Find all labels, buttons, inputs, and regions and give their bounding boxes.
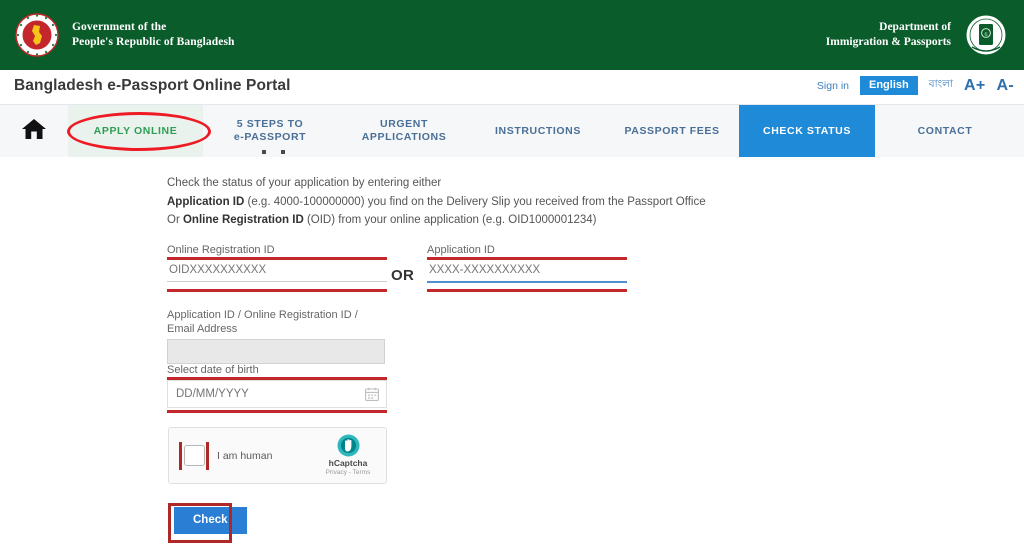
bangladesh-national-emblem-icon (14, 12, 60, 58)
date-of-birth-group: Select date of birth (167, 363, 387, 408)
date-of-birth-field[interactable] (167, 380, 387, 408)
instruction-line-2-bold: Application ID (167, 195, 245, 208)
annotation-line-oid-bottom (167, 289, 387, 292)
immigration-passports-seal-icon: 6 (964, 13, 1008, 57)
instruction-line-2: Application ID (e.g. 4000-100000000) you… (167, 193, 706, 212)
combined-identifier-label: Application ID / Online Registration ID … (167, 309, 358, 335)
application-id-input[interactable] (427, 260, 627, 283)
nav-item-apply-online-label: APPLY ONLINE (93, 124, 178, 137)
combined-identifier-input[interactable] (167, 339, 385, 364)
hcaptcha-widget[interactable]: I am human hCaptcha Privacy - Terms (168, 427, 387, 484)
nav-item-check-status[interactable]: CHECK STATUS (739, 105, 875, 157)
utility-bar: Sign in English বাংলা A+ A- (817, 76, 1014, 95)
instruction-line-3-bold: Online Registration ID (182, 214, 304, 226)
page-title: Bangladesh e-Passport Online Portal (14, 77, 291, 94)
main-navigation: APPLY ONLINE 5 STEPS TO e-PASSPORT URGEN… (0, 104, 1024, 157)
nav-item-urgent-label: URGENT APPLICATIONS (362, 118, 447, 144)
application-id-group: Application ID (427, 243, 627, 283)
calendar-icon[interactable] (365, 387, 379, 401)
government-title: Government of the People's Republic of B… (72, 20, 235, 50)
nav-item-contact[interactable]: CONTACT (875, 105, 1015, 157)
online-registration-id-input[interactable] (167, 260, 387, 282)
nav-item-contact-label: CONTACT (917, 124, 973, 137)
department-title-line1: Department of (879, 21, 951, 33)
government-header: Government of the People's Republic of B… (0, 0, 1024, 70)
combined-identifier-group: Application ID / Online Registration ID … (167, 308, 385, 364)
date-of-birth-input[interactable] (168, 388, 365, 400)
instruction-line-3: Or Online Registration ID (OID) from you… (167, 211, 706, 230)
language-toggle-bangla[interactable]: বাংলা (929, 77, 953, 94)
online-registration-id-group: Online Registration ID (167, 243, 387, 282)
annotation-mark-right (206, 441, 209, 470)
hcaptcha-hand-icon (337, 434, 360, 457)
hcaptcha-links[interactable]: Privacy - Terms (320, 468, 376, 477)
or-separator: OR (391, 267, 415, 284)
carousel-indicator[interactable] (262, 150, 285, 154)
government-title-line1: Government of the (72, 21, 167, 33)
font-increase-button[interactable]: A+ (964, 77, 986, 95)
nav-item-check-status-label: CHECK STATUS (763, 124, 851, 137)
annotation-line-dob-top (167, 377, 387, 380)
nav-item-urgent-line1: URGENT (380, 118, 428, 130)
department-title: Department of Immigration & Passports (826, 20, 951, 50)
instruction-line-1: Check the status of your application by … (167, 177, 442, 189)
nav-item-urgent-applications[interactable]: URGENT APPLICATIONS (337, 105, 471, 157)
font-decrease-button[interactable]: A- (997, 77, 1014, 95)
government-title-line2: People's Republic of Bangladesh (72, 36, 235, 48)
nav-item-5-steps-line2: e-PASSPORT (233, 131, 307, 143)
hcaptcha-label: I am human (217, 449, 273, 462)
nav-item-urgent-line2: APPLICATIONS (361, 131, 447, 143)
portal-titlebar: Bangladesh e-Passport Online Portal Sign… (0, 70, 1024, 104)
carousel-dot-1[interactable] (262, 150, 266, 154)
svg-text:6: 6 (985, 32, 988, 38)
online-registration-id-label: Online Registration ID (167, 244, 275, 256)
check-button[interactable]: Check (174, 507, 247, 534)
home-icon (21, 117, 47, 146)
nav-home-button[interactable] (0, 105, 68, 157)
annotation-mark-left (179, 441, 182, 470)
date-of-birth-label: Select date of birth (167, 364, 259, 376)
nav-item-instructions[interactable]: INSTRUCTIONS (471, 105, 605, 157)
hcaptcha-branding: hCaptcha Privacy - Terms (320, 434, 376, 477)
nav-item-passport-fees[interactable]: PASSPORT FEES (605, 105, 739, 157)
nav-item-5-steps-line1: 5 STEPS TO (236, 118, 304, 130)
application-id-label: Application ID (427, 244, 495, 256)
nav-item-5-steps-label: 5 STEPS TO e-PASSPORT (234, 118, 306, 144)
nav-item-instructions-label: INSTRUCTIONS (495, 124, 581, 137)
annotation-line-appid-bottom (427, 289, 627, 292)
language-toggle-english[interactable]: English (860, 76, 918, 95)
annotation-line-oid-top (167, 257, 387, 260)
hcaptcha-checkbox-wrapper[interactable] (179, 439, 209, 473)
instruction-line-3-rest: (OID) from your online application (e.g.… (303, 214, 597, 226)
annotation-line-appid-top (427, 257, 627, 260)
nav-item-passport-fees-label: PASSPORT FEES (624, 124, 720, 137)
instruction-line-2-rest: (e.g. 4000-100000000) you find on the De… (244, 195, 706, 208)
carousel-dot-2[interactable] (281, 150, 285, 154)
annotation-line-dob-bottom (167, 410, 387, 413)
department-branding: Department of Immigration & Passports 6 (826, 13, 1008, 57)
nav-item-apply-online[interactable]: APPLY ONLINE (68, 105, 203, 157)
form-instructions: Check the status of your application by … (167, 174, 706, 230)
department-title-line2: Immigration & Passports (825, 36, 951, 48)
sign-in-link[interactable]: Sign in (817, 80, 849, 92)
hcaptcha-checkbox[interactable] (183, 445, 205, 466)
instruction-line-3-prefix: Or (167, 214, 183, 226)
hcaptcha-brand-name: hCaptcha (328, 458, 368, 468)
epassport-check-status-page: Government of the People's Republic of B… (0, 0, 1024, 544)
government-branding: Government of the People's Republic of B… (14, 12, 235, 58)
